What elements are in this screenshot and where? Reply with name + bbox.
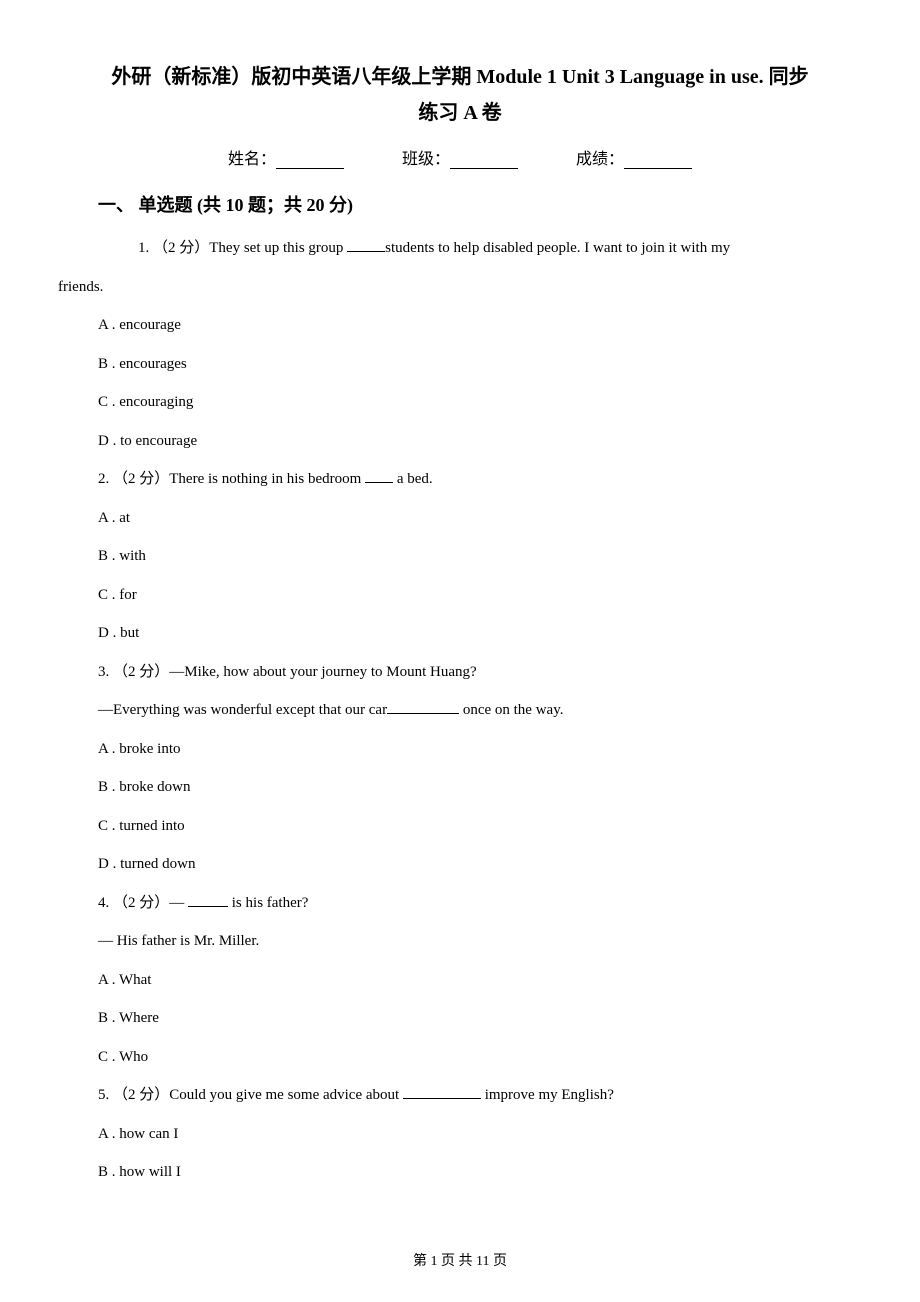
q2-option-a[interactable]: A . at [98,507,862,530]
q1-option-a[interactable]: A . encourage [98,314,862,337]
section-1-title: 一、 单选题 (共 10 题；共 20 分) [98,192,862,219]
q4-stem-prefix: 4. （2 分）— [98,895,188,911]
q2-stem-prefix: 2. （2 分）There is nothing in his bedroom [98,471,365,487]
name-label: 姓名： [228,151,276,168]
doc-title-line2: 练习 A 卷 [58,98,862,128]
score-label: 成绩： [576,151,624,168]
q3-option-d[interactable]: D . turned down [98,853,862,876]
q1-option-b[interactable]: B . encourages [98,353,862,376]
q4-sub: — His father is Mr. Miller. [98,930,862,953]
q1-stem-suffix: students to help disabled people. I want… [385,240,730,256]
q4-stem-suffix: is his father? [228,895,308,911]
q1-stem: 1. （2 分）They set up this group students … [58,237,862,260]
q4-stem: 4. （2 分）— is his father? [98,892,862,915]
q3-sub: —Everything was wonderful except that ou… [98,699,862,722]
q2-stem: 2. （2 分）There is nothing in his bedroom … [98,468,862,491]
q5-blank[interactable] [403,1086,481,1099]
q3-sub-suffix: once on the way. [459,702,563,718]
q5-stem-prefix: 5. （2 分）Could you give me some advice ab… [98,1087,403,1103]
page-footer: 第 1 页 共 11 页 [0,1251,920,1272]
q4-option-a[interactable]: A . What [98,969,862,992]
q3-option-a[interactable]: A . broke into [98,738,862,761]
q5-option-b[interactable]: B . how will I [98,1161,862,1184]
q3-option-c[interactable]: C . turned into [98,815,862,838]
name-blank[interactable] [276,152,344,169]
q2-option-d[interactable]: D . but [98,622,862,645]
q1-stem-prefix: 1. （2 分）They set up this group [138,240,347,256]
q2-stem-suffix: a bed. [393,471,433,487]
q1-option-c[interactable]: C . encouraging [98,391,862,414]
q3-blank[interactable] [387,701,459,714]
q2-option-b[interactable]: B . with [98,545,862,568]
q5-option-a[interactable]: A . how can I [98,1123,862,1146]
score-blank[interactable] [624,152,692,169]
q1-blank[interactable] [347,239,385,252]
q2-option-c[interactable]: C . for [98,584,862,607]
q3-stem: 3. （2 分）—Mike, how about your journey to… [98,661,862,684]
q4-blank[interactable] [188,894,228,907]
q3-sub-prefix: —Everything was wonderful except that ou… [98,702,387,718]
q5-stem: 5. （2 分）Could you give me some advice ab… [98,1084,862,1107]
q4-option-b[interactable]: B . Where [98,1007,862,1030]
class-blank[interactable] [450,152,518,169]
class-label: 班级： [402,151,450,168]
q2-blank[interactable] [365,470,393,483]
q3-option-b[interactable]: B . broke down [98,776,862,799]
q4-option-c[interactable]: C . Who [98,1046,862,1069]
student-info-row: 姓名： 班级： 成绩： [58,148,862,172]
q5-stem-suffix: improve my English? [481,1087,614,1103]
q1-option-d[interactable]: D . to encourage [98,430,862,453]
doc-title-line1: 外研（新标准）版初中英语八年级上学期 Module 1 Unit 3 Langu… [58,60,862,94]
q1-stem-line2: friends. [58,276,862,299]
